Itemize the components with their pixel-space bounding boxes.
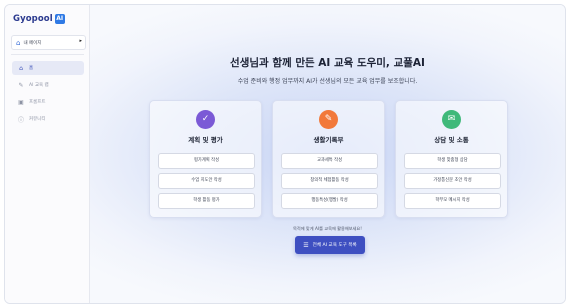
- card-button[interactable]: 수업 지도안 작성: [158, 173, 255, 189]
- page-title: 선생님과 함께 만든 AI 교육 도우미, 교풀AI: [230, 57, 425, 69]
- mypage-label: 내 페이지: [23, 40, 42, 46]
- sidebar-item-home[interactable]: ⌂ 홈: [12, 61, 84, 75]
- card-button[interactable]: 평가계획 작성: [158, 153, 255, 169]
- all-tools-button[interactable]: ☰ 전체 AI 교육 도구 목록: [295, 236, 365, 254]
- card-title: 상담 및 소통: [434, 136, 469, 144]
- pen-icon: ✎: [319, 110, 338, 129]
- card-title: 계획 및 평가: [188, 136, 223, 144]
- card-button[interactable]: 창의적 체험활동 작성: [281, 173, 378, 189]
- card-records: ✎ 생활기록부 교과세특 작성 창의적 체험활동 작성 행동특성(행발) 작성: [272, 100, 385, 218]
- sidebar-item-label: 커뮤니티: [29, 117, 46, 122]
- sidebar-item-label: 홈: [29, 66, 34, 71]
- card-button[interactable]: 학생 맞춤형 상담: [404, 153, 501, 169]
- document-check-icon: ✓: [196, 110, 215, 129]
- chat-icon: ✉: [442, 110, 461, 129]
- sidebar-divider: [11, 54, 84, 55]
- hint-text: 목적에 맞게 AI를 교육에 활용해보세요!: [293, 226, 362, 231]
- app-window: Gyopool AI ⌂ 내 페이지 ▸ ⌂ 홈 ✎ AI 교육 랩 ▣ 프롬프…: [4, 4, 566, 304]
- home-icon: ⌂: [19, 64, 23, 72]
- card-button[interactable]: 가정통신문 초안 작성: [404, 173, 501, 189]
- card-button[interactable]: 행동특성(행발) 작성: [281, 193, 378, 209]
- sidebar-item-label: 프롬프트: [29, 100, 46, 105]
- info-icon: ⓘ: [17, 116, 24, 124]
- magic-wand-icon: ✎: [18, 81, 24, 89]
- card-counseling: ✉ 상담 및 소통 학생 맞춤형 상담 가정통신문 초안 작성 학부모 메시지 …: [395, 100, 508, 218]
- layout-icon: ▣: [18, 98, 24, 106]
- grid-icon: ☰: [303, 241, 309, 249]
- all-tools-label: 전체 AI 교육 도구 목록: [312, 243, 357, 248]
- card-button[interactable]: 교과세특 작성: [281, 153, 378, 169]
- sidebar-item-community[interactable]: ⓘ 커뮤니티: [12, 112, 84, 126]
- card-button[interactable]: 학생 활동 평가: [158, 193, 255, 209]
- card-title: 생활기록부: [313, 136, 344, 144]
- sidebar: Gyopool AI ⌂ 내 페이지 ▸ ⌂ 홈 ✎ AI 교육 랩 ▣ 프롬프…: [5, 5, 90, 303]
- mypage-selector[interactable]: ⌂ 내 페이지 ▸: [11, 35, 86, 50]
- main-content: 선생님과 함께 만든 AI 교육 도우미, 교풀AI 수업 준비와 행정 업무까…: [90, 5, 565, 303]
- sidebar-item-label: AI 교육 랩: [29, 83, 49, 88]
- sidebar-item-prompt[interactable]: ▣ 프롬프트: [12, 95, 84, 109]
- chevron-right-icon: ▸: [79, 38, 82, 44]
- card-button[interactable]: 학부모 메시지 작성: [404, 193, 501, 209]
- logo-badge: AI: [54, 14, 65, 24]
- logo-text: Gyopool: [13, 14, 53, 24]
- home-icon: ⌂: [16, 38, 21, 47]
- card-planning: ✓ 계획 및 평가 평가계획 작성 수업 지도안 작성 학생 활동 평가: [149, 100, 262, 218]
- logo[interactable]: Gyopool AI: [13, 14, 65, 24]
- sidebar-item-ai-lab[interactable]: ✎ AI 교육 랩: [12, 78, 84, 92]
- page-subtitle: 수업 준비와 행정 업무까지 AI가 선생님의 모든 교육 업무를 보조합니다.: [237, 78, 418, 85]
